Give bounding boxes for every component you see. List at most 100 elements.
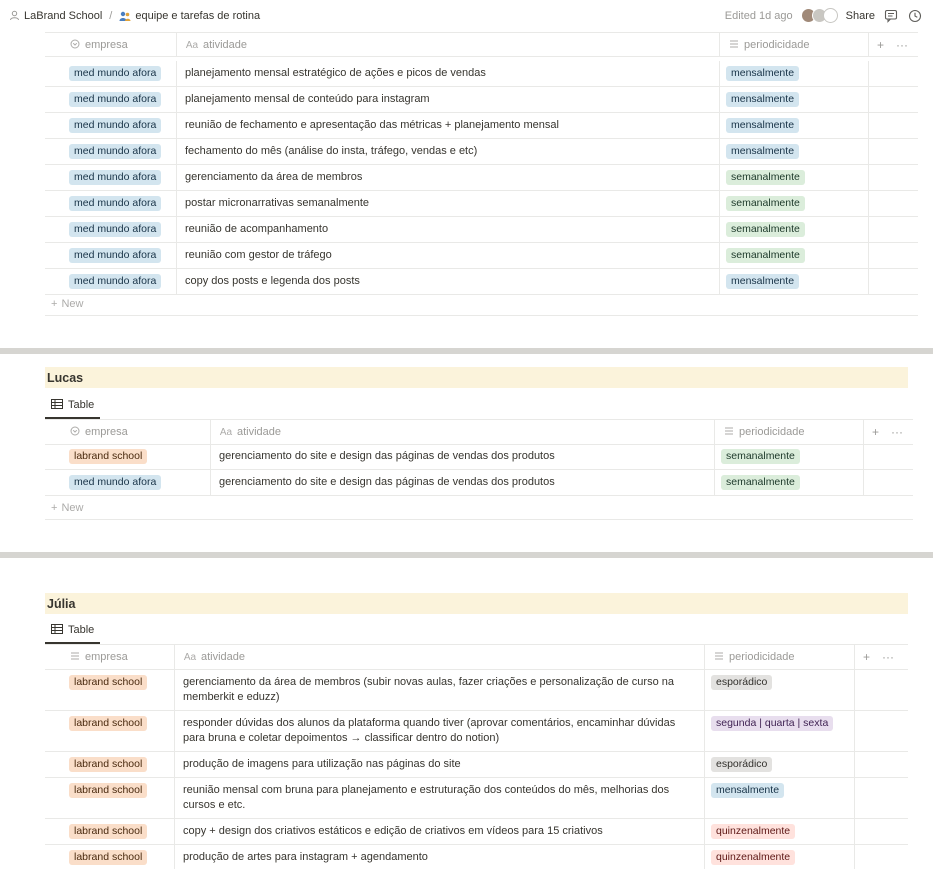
table-row[interactable]: labrand school produção de imagens para u… [45,752,908,778]
table-row[interactable]: labrand school produção de artes para ins… [45,845,908,869]
cell-atividade[interactable]: responder dúvidas dos alunos da platafor… [175,711,705,751]
add-property-button[interactable]: + [877,38,884,52]
cell-atividade[interactable]: postar micronarrativas semanalmente [177,191,720,216]
cell-empresa[interactable]: med mundo afora [45,191,177,216]
cell-periodicidade[interactable]: segunda | quarta | sexta [705,711,855,751]
cell-periodicidade[interactable]: semanalmente [720,217,869,242]
table-row[interactable]: labrand school reunião mensal com bruna p… [45,778,908,819]
cell-empresa[interactable]: med mundo afora [45,87,177,112]
cell-atividade[interactable]: produção de artes para instagram + agend… [175,845,705,869]
column-header-empresa[interactable]: empresa [45,645,175,669]
cell-empresa[interactable]: med mundo afora [45,217,177,242]
breadcrumb-page[interactable]: equipe e tarefas de rotina [135,10,260,22]
tab-table-view[interactable]: Table [45,618,101,644]
cell-periodicidade[interactable]: esporádico [705,752,855,777]
cell-periodicidade[interactable]: mensalmente [720,87,869,112]
column-header-empresa[interactable]: empresa [45,33,177,57]
new-row-button[interactable]: + New [45,292,918,316]
cell-empresa[interactable]: med mundo afora [45,470,211,495]
cell-periodicidade[interactable]: mensalmente [705,778,855,818]
table-row[interactable]: labrand school gerenciamento do site e de… [45,444,913,470]
cell-empresa[interactable]: med mundo afora [45,243,177,268]
cell-atividade[interactable]: fechamento do mês (análise do insta, trá… [177,139,720,164]
empresa-tag: med mundo afora [69,274,162,289]
cell-empresa[interactable]: med mundo afora [45,61,177,86]
table-row[interactable]: med mundo afora postar micronarrativas se… [45,191,918,217]
cell-atividade[interactable]: reunião de fechamento e apresentação das… [177,113,720,138]
cell-empresa[interactable]: labrand school [45,444,211,469]
column-header-periodicidade[interactable]: periodicidade [720,33,869,57]
cell-atividade[interactable]: produção de imagens para utilização nas … [175,752,705,777]
table-row[interactable]: labrand school responder dúvidas dos alun… [45,711,908,752]
table-row[interactable]: med mundo afora reunião com gestor de trá… [45,243,918,269]
column-header-atividade[interactable]: Aa atividade [175,645,705,669]
more-options-button[interactable]: ··· [891,425,903,439]
table-row[interactable]: med mundo afora gerenciamento da área de … [45,165,918,191]
table-row[interactable]: med mundo afora gerenciamento do site e d… [45,470,913,496]
table-row[interactable]: med mundo afora planejamento mensal de co… [45,87,918,113]
cell-empresa[interactable]: labrand school [45,845,175,869]
column-header-atividade[interactable]: Aa atividade [211,420,715,444]
share-button[interactable]: Share [846,10,875,22]
cell-empresa[interactable]: labrand school [45,778,175,818]
cell-periodicidade[interactable]: mensalmente [720,61,869,86]
more-options-button[interactable]: ··· [896,38,908,52]
new-row-button[interactable]: + New [45,496,913,520]
avatars[interactable] [800,8,838,23]
tab-table-view[interactable]: Table [45,393,101,419]
cell-empresa[interactable]: med mundo afora [45,165,177,190]
cell-atividade[interactable]: gerenciamento do site e design das págin… [211,470,715,495]
table-row[interactable]: labrand school gerenciamento da área de m… [45,670,908,711]
new-label: New [61,501,84,514]
table-row[interactable]: med mundo afora planejamento mensal estra… [45,61,918,87]
column-header-periodicidade[interactable]: periodicidade [705,645,855,669]
cell-periodicidade[interactable]: quinzenalmente [705,819,855,844]
table-row[interactable]: med mundo afora reunião de acompanhamento… [45,217,918,243]
section-divider [0,348,933,354]
clock-icon[interactable] [907,8,923,24]
cell-empty [869,191,918,216]
cell-periodicidade[interactable]: mensalmente [720,269,869,294]
table-row[interactable]: labrand school copy + design dos criativo… [45,819,908,845]
column-header-empresa[interactable]: empresa [45,420,211,444]
more-options-button[interactable]: ··· [882,650,894,664]
add-property-button[interactable]: + [872,425,879,439]
cell-periodicidade[interactable]: esporádico [705,670,855,710]
cell-atividade[interactable]: copy dos posts e legenda dos posts [177,269,720,294]
cell-periodicidade[interactable]: semanalmente [715,470,864,495]
cell-empresa[interactable]: labrand school [45,711,175,751]
cell-periodicidade[interactable]: semanalmente [720,191,869,216]
comment-icon[interactable] [883,8,899,24]
cell-empresa[interactable]: labrand school [45,752,175,777]
cell-periodicidade[interactable]: quinzenalmente [705,845,855,869]
cell-empresa[interactable]: med mundo afora [45,113,177,138]
cell-periodicidade[interactable]: mensalmente [720,113,869,138]
atividade-text: reunião de fechamento e apresentação das… [185,119,559,131]
cell-empresa[interactable]: med mundo afora [45,269,177,294]
cell-atividade[interactable]: copy + design dos criativos estáticos e … [175,819,705,844]
column-header-periodicidade[interactable]: periodicidade [715,420,864,444]
cell-periodicidade[interactable]: mensalmente [720,139,869,164]
table-row[interactable]: med mundo afora fechamento do mês (anális… [45,139,918,165]
cell-periodicidade[interactable]: semanalmente [715,444,864,469]
breadcrumb-workspace[interactable]: LaBrand School [24,10,102,22]
cell-atividade[interactable]: reunião com gestor de tráfego [177,243,720,268]
cell-atividade[interactable]: reunião de acompanhamento [177,217,720,242]
cell-atividade[interactable]: gerenciamento do site e design das págin… [211,444,715,469]
cell-periodicidade[interactable]: semanalmente [720,165,869,190]
column-header-atividade[interactable]: Aa atividade [177,33,720,57]
empresa-tag: med mundo afora [69,248,162,263]
periodicidade-tag: mensalmente [726,66,800,81]
cell-periodicidade[interactable]: semanalmente [720,243,869,268]
cell-atividade[interactable]: gerenciamento da área de membros (subir … [175,670,705,710]
cell-atividade[interactable]: planejamento mensal de conteúdo para ins… [177,87,720,112]
cell-empresa[interactable]: med mundo afora [45,139,177,164]
add-property-button[interactable]: + [863,650,870,664]
cell-empresa[interactable]: labrand school [45,670,175,710]
cell-empresa[interactable]: labrand school [45,819,175,844]
cell-atividade[interactable]: planejamento mensal estratégico de ações… [177,61,720,86]
cell-atividade[interactable]: reunião mensal com bruna para planejamen… [175,778,705,818]
table-row[interactable]: med mundo afora reunião de fechamento e a… [45,113,918,139]
cell-atividade[interactable]: gerenciamento da área de membros [177,165,720,190]
atividade-text: responder dúvidas dos alunos da platafor… [183,717,676,744]
